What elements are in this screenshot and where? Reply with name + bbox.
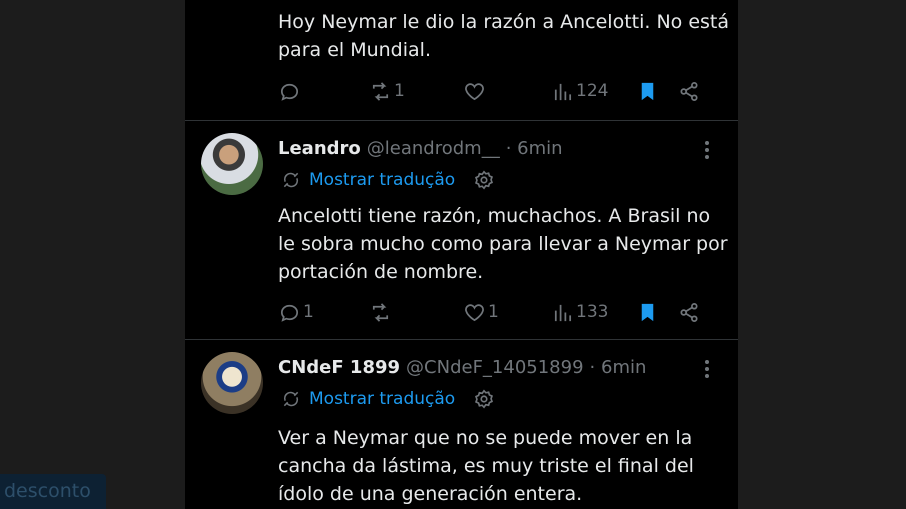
tweet-2[interactable]: Leandro @leandrodm__ · 6min Mostrar trad… — [185, 121, 738, 339]
show-translation-link[interactable]: Mostrar tradução — [309, 389, 455, 409]
tweet-header: Leandro @leandrodm__ · 6min — [278, 135, 718, 161]
tweet-actions: 1 1 133 — [278, 299, 718, 325]
tweet-text: Hoy Neymar le dio la razón a Ancelotti. … — [278, 11, 730, 61]
tweet-text: Ancelotti tiene razón, muchachos. A Bras… — [278, 205, 728, 283]
views-icon — [554, 304, 572, 321]
tweet-time[interactable]: · 6min — [590, 357, 647, 378]
share-button[interactable] — [678, 78, 701, 104]
gear-icon[interactable] — [473, 169, 495, 191]
like-icon — [465, 82, 484, 100]
more-icon[interactable] — [698, 358, 716, 380]
like-button[interactable] — [463, 78, 488, 104]
retweet-icon — [372, 81, 389, 101]
reply-button[interactable]: 1 — [278, 299, 314, 325]
bookmark-icon — [641, 82, 654, 100]
author-name[interactable]: CNdeF 1899 — [278, 357, 400, 378]
like-button[interactable]: 1 — [463, 299, 499, 325]
tweet-header: CNdeF 1899 @CNdeF_14051899 · 6min — [278, 354, 718, 380]
discount-badge[interactable]: desconto — [0, 474, 106, 509]
retweet-button[interactable] — [369, 299, 394, 325]
translate-icon — [283, 172, 299, 188]
translate-icon — [283, 391, 299, 407]
bookmark-button[interactable] — [636, 299, 659, 325]
share-icon — [680, 81, 698, 101]
translate-row: Mostrar tradução — [281, 387, 495, 411]
tweet-1[interactable]: Hoy Neymar le dio la razón a Ancelotti. … — [185, 0, 738, 120]
reply-button[interactable] — [278, 78, 303, 104]
share-button[interactable] — [678, 299, 701, 325]
views-button[interactable]: 133 — [551, 299, 608, 325]
views-icon — [554, 83, 572, 100]
retweet-icon — [372, 302, 389, 322]
views-button[interactable]: 124 — [551, 78, 608, 104]
like-icon — [465, 303, 484, 321]
page-backdrop-right — [738, 0, 906, 509]
page-backdrop-left — [0, 0, 185, 509]
share-icon — [680, 302, 698, 322]
gear-icon[interactable] — [473, 388, 495, 410]
bookmark-icon — [641, 303, 654, 321]
author-name[interactable]: Leandro — [278, 138, 361, 159]
author-handle[interactable]: @CNdeF_14051899 — [406, 357, 584, 378]
more-icon[interactable] — [698, 139, 716, 161]
show-translation-link[interactable]: Mostrar tradução — [309, 170, 455, 190]
bookmark-button[interactable] — [636, 78, 659, 104]
retweet-button[interactable]: 1 — [369, 78, 405, 104]
tweet-feed: Hoy Neymar le dio la razón a Ancelotti. … — [185, 0, 738, 509]
reply-icon — [280, 304, 299, 322]
tweet-time[interactable]: · 6min — [506, 138, 563, 159]
avatar[interactable] — [201, 352, 263, 414]
tweet-text: Ver a Neymar que no se puede mover en la… — [278, 427, 694, 505]
tweet-actions: 1 124 — [278, 78, 718, 104]
author-handle[interactable]: @leandrodm__ — [367, 138, 500, 159]
avatar[interactable] — [201, 133, 263, 195]
translate-row: Mostrar tradução — [281, 168, 495, 192]
tweet-3[interactable]: CNdeF 1899 @CNdeF_14051899 · 6min Mostra… — [185, 340, 738, 509]
reply-icon — [280, 83, 299, 101]
